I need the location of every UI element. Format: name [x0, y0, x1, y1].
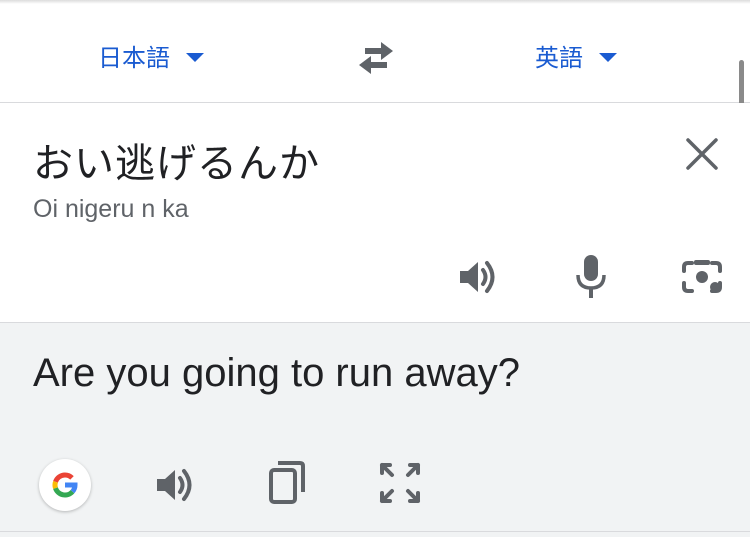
microphone-button[interactable] — [573, 253, 609, 299]
speaker-icon — [460, 261, 495, 293]
google-logo-icon — [52, 472, 78, 498]
camera-button[interactable] — [680, 257, 724, 297]
swap-arrows-icon — [359, 42, 393, 74]
bottom-divider — [0, 531, 750, 532]
close-icon — [686, 138, 718, 170]
clear-button[interactable] — [684, 136, 720, 172]
translation-text[interactable]: Are you going to run away? — [33, 351, 520, 396]
source-language-label: 日本語 — [98, 43, 170, 72]
fullscreen-button[interactable] — [378, 461, 422, 505]
source-romanization: Oi nigeru n ka — [33, 195, 189, 223]
translation-panel: Are you going to run away? — [0, 322, 750, 537]
camera-icon — [682, 260, 722, 293]
source-language-button[interactable]: 日本語 — [98, 38, 204, 72]
translation-listen-button[interactable] — [153, 463, 197, 507]
chevron-down-icon — [599, 52, 617, 62]
google-search-button[interactable] — [39, 459, 91, 511]
language-bar: 日本語 英語 — [0, 4, 750, 103]
target-language-button[interactable]: 英語 — [535, 38, 617, 72]
fullscreen-icon — [380, 463, 420, 503]
speaker-icon — [157, 469, 192, 501]
source-listen-button[interactable] — [456, 255, 500, 299]
source-panel: おい逃げるんか Oi nigeru n ka — [0, 103, 750, 322]
chevron-down-icon — [186, 52, 204, 62]
source-text[interactable]: おい逃げるんか — [33, 131, 320, 189]
microphone-icon — [576, 255, 606, 298]
copy-button[interactable] — [266, 460, 308, 506]
target-language-label: 英語 — [535, 43, 583, 72]
swap-languages-button[interactable] — [353, 38, 399, 78]
copy-icon — [269, 461, 305, 504]
